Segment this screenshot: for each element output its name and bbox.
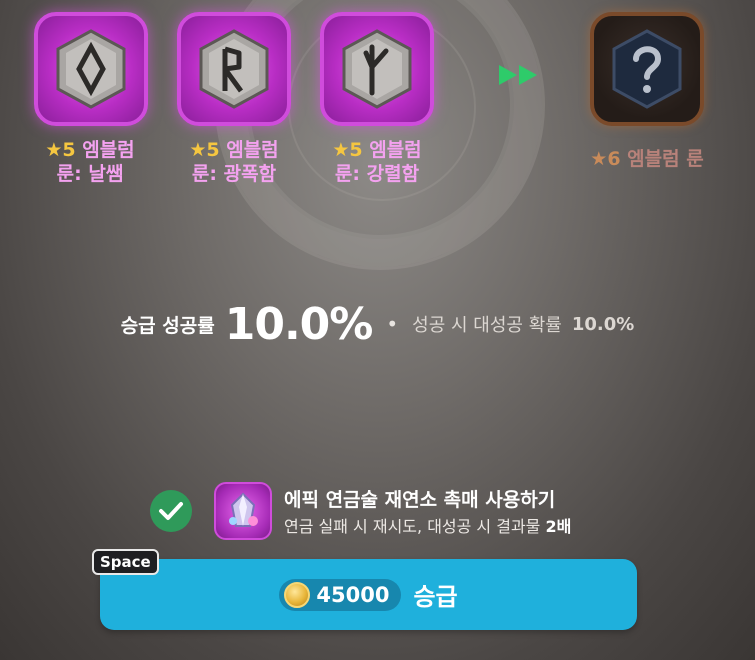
material-label-1: ★5 엠블럼 룬: 날쌤 [15, 138, 165, 186]
result-name: 엠블럼 룬 [627, 148, 704, 170]
space-hotkey-badge: Space [92, 549, 159, 575]
option-desc-text: 연금 실패 시 재시도, 대성공 시 결과물 [284, 517, 541, 536]
option-description: 연금 실패 시 재시도, 대성공 시 결과물 2배 [284, 513, 571, 537]
checkbox-checked-icon[interactable] [150, 490, 192, 532]
fast-forward-icon [497, 63, 541, 87]
material-name-line2: 룬: 강렬함 [334, 163, 420, 185]
catalyst-option[interactable]: 에픽 연금술 재연소 촉매 사용하기 연금 실패 시 재시도, 대성공 시 결과… [150, 482, 610, 542]
material-slot-3[interactable] [320, 12, 434, 126]
star-rating: ★5 [332, 139, 363, 161]
separator-dot: • [386, 312, 399, 336]
option-title: 에픽 연금술 재연소 촉매 사용하기 [284, 489, 556, 511]
star-rating: ★6 [590, 148, 621, 170]
result-label: ★6 엠블럼 룬 [572, 147, 722, 171]
success-rate-line: 승급 성공률 10.0% • 성공 시 대성공 확률 10.0% [0, 294, 755, 354]
y-rune-icon [342, 29, 412, 109]
material-label-2: ★5 엠블럼 룬: 광폭함 [159, 138, 309, 186]
upgrade-button[interactable]: 45000 승급 [100, 559, 637, 630]
material-name-line2: 룬: 날쌤 [56, 163, 124, 185]
material-name-line1: 엠블럼 [226, 139, 279, 161]
option-desc-multiplier: 2배 [545, 517, 572, 536]
diamond-rune-icon [56, 29, 126, 109]
success-rate-value: 10.0% [224, 298, 374, 350]
material-name-line1: 엠블럼 [82, 139, 135, 161]
upgrade-cost: 45000 [316, 582, 390, 607]
upgrade-label: 승급 [413, 583, 458, 611]
r-rune-icon [199, 29, 269, 109]
success-rate-label: 승급 성공률 [120, 314, 215, 337]
material-label-3: ★5 엠블럼 룬: 강렬함 [302, 138, 452, 186]
gold-coin-icon [284, 581, 311, 608]
material-name-line1: 엠블럼 [369, 139, 422, 161]
cost-pill: 45000 [279, 578, 402, 611]
great-success-value: 10.0% [571, 313, 635, 335]
star-rating: ★5 [45, 139, 76, 161]
result-slot[interactable] [590, 12, 704, 126]
crystal-catalyst-icon [214, 482, 272, 540]
material-slot-2[interactable] [177, 12, 291, 126]
material-name-line2: 룬: 광폭함 [191, 163, 277, 185]
great-success-label: 성공 시 대성공 확률 [412, 315, 562, 336]
question-mark-icon [612, 29, 682, 109]
star-rating: ★5 [189, 139, 220, 161]
material-slot-1[interactable] [34, 12, 148, 126]
